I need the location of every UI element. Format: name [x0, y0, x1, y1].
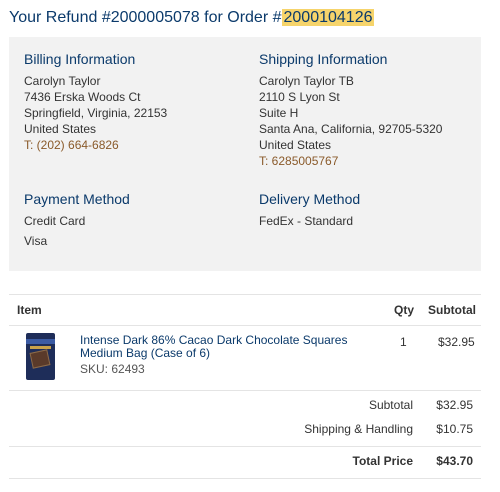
- order-number-highlight: 2000104126: [281, 9, 375, 26]
- totals-divider: [9, 446, 481, 447]
- shipping-name: Carolyn Taylor TB: [259, 74, 354, 88]
- page-title-text: Your Refund #2000005078 for Order #: [9, 9, 282, 26]
- shipping-country: United States: [259, 138, 332, 152]
- shipping-address: Carolyn Taylor TB 2110 S Lyon St Suite H…: [259, 73, 442, 169]
- product-name-link[interactable]: Intense Dark 86% Cacao Dark Chocolate Sq…: [80, 334, 380, 360]
- shipping-handling-value: $10.75: [436, 422, 473, 436]
- column-header-item: Item: [17, 303, 42, 317]
- total-price-label: Total Price: [352, 454, 413, 468]
- row-divider: [9, 390, 481, 391]
- billing-street: 7436 Erska Woods Ct: [24, 90, 141, 104]
- billing-city: Springfield, Virginia, 22153: [24, 106, 168, 120]
- delivery-method-value: FedEx - Standard: [259, 214, 354, 228]
- product-sku: SKU: 62493: [80, 362, 145, 376]
- subtotal-label: Subtotal: [368, 398, 413, 412]
- product-subtotal: $32.95: [438, 335, 475, 349]
- order-info-panel: Billing Information Carolyn Taylor 7436 …: [9, 37, 481, 271]
- delivery-title: Delivery Method: [259, 191, 361, 207]
- shipping-phone-link[interactable]: T: 6285005767: [259, 153, 442, 169]
- column-header-qty: Qty: [394, 303, 415, 317]
- product-qty: 1: [400, 335, 407, 349]
- billing-information: Billing Information Carolyn Taylor 7436 …: [24, 50, 167, 153]
- column-header-subtotal: Subtotal: [428, 303, 476, 317]
- table-header-divider: [9, 325, 481, 326]
- payment-method: Payment Method Credit Card Visa: [24, 190, 130, 251]
- shipping-information: Shipping Information Carolyn Taylor TB 2…: [259, 50, 442, 169]
- payment-method-value: Credit Card: [24, 214, 86, 228]
- billing-title: Billing Information: [24, 51, 136, 67]
- delivery-method: Delivery Method FedEx - Standard: [259, 190, 360, 231]
- product-thumbnail[interactable]: [26, 333, 55, 380]
- billing-address: Carolyn Taylor 7436 Erska Woods Ct Sprin…: [24, 73, 167, 153]
- delivery-details: FedEx - Standard: [259, 211, 360, 231]
- total-price-value: $43.70: [436, 454, 473, 468]
- table-divider-top: [9, 294, 481, 295]
- shipping-city: Santa Ana, California, 92705-5320: [259, 122, 443, 136]
- shipping-street2: Suite H: [259, 106, 299, 120]
- page-title: Your Refund #2000005078 for Order #20001…: [9, 9, 375, 27]
- table-bottom-divider: [9, 478, 481, 479]
- payment-details: Credit Card Visa: [24, 211, 130, 251]
- shipping-handling-label: Shipping & Handling: [304, 422, 413, 436]
- shipping-title: Shipping Information: [259, 51, 388, 67]
- shipping-street: 2110 S Lyon St: [259, 90, 340, 104]
- billing-phone-link[interactable]: T: (202) 664-6826: [24, 137, 167, 153]
- billing-name: Carolyn Taylor: [24, 74, 101, 88]
- payment-card: Visa: [24, 234, 48, 248]
- subtotal-value: $32.95: [436, 398, 473, 412]
- payment-title: Payment Method: [24, 191, 130, 207]
- billing-country: United States: [24, 122, 97, 136]
